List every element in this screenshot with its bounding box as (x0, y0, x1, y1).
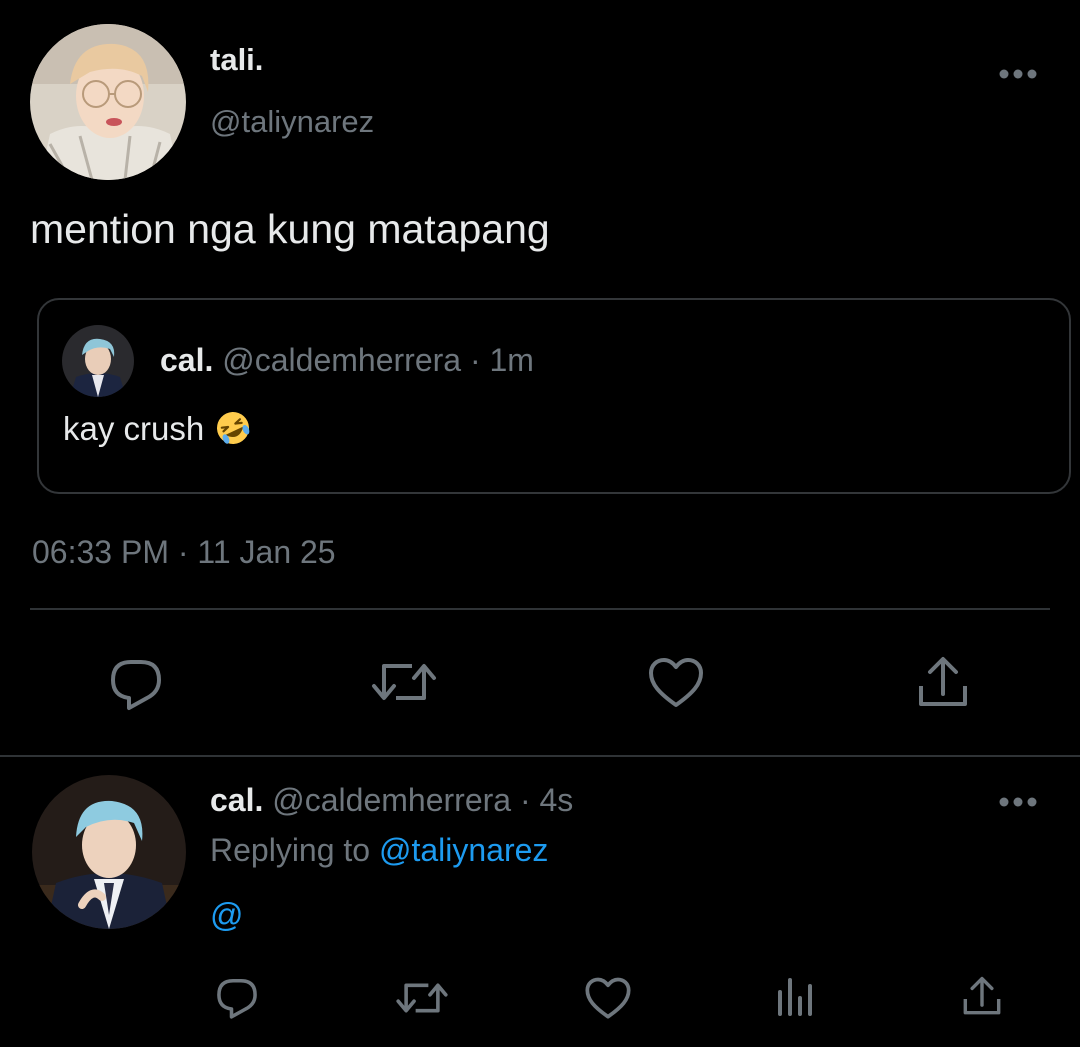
like-icon[interactable] (584, 977, 632, 1019)
reply-icon[interactable] (214, 976, 260, 1020)
share-icon[interactable] (960, 974, 1004, 1018)
reply-tweet-time[interactable]: 4s (540, 782, 574, 818)
main-tweet-display-name[interactable]: tali. (210, 42, 263, 78)
quoted-tweet-time: 1m (489, 342, 534, 378)
tweet-timestamp[interactable]: 06:33 PM · 11 Jan 25 (32, 534, 336, 571)
main-tweet-handle[interactable]: @taliynarez (210, 104, 374, 140)
reply-icon[interactable] (106, 656, 166, 712)
quoted-tweet-text: kay crush (63, 410, 205, 447)
quoted-tweet-card[interactable] (37, 298, 1071, 494)
more-horizontal-icon[interactable] (998, 58, 1038, 90)
replying-to-label: Replying to (210, 832, 371, 868)
reply-tweet-text[interactable]: @ (210, 896, 244, 934)
reply-tweet-display-name[interactable]: cal. (210, 782, 263, 818)
main-tweet-avatar[interactable] (30, 24, 186, 180)
main-tweet-text: mention nga kung matapang (30, 206, 550, 252)
retweet-icon[interactable] (370, 656, 438, 708)
share-icon[interactable] (914, 654, 972, 710)
rolling-on-floor-laughing-emoji (214, 409, 252, 447)
replying-to-handle-link[interactable]: @taliynarez (379, 832, 548, 868)
reply-tweet-handle[interactable]: @caldemherrera (272, 782, 511, 818)
quoted-tweet-display-name: cal. (160, 342, 214, 378)
reply-tweet-separator: · (519, 782, 531, 818)
retweet-icon[interactable] (395, 977, 449, 1019)
reply-tweet-header: cal. @caldemherrera · 4s (210, 782, 573, 819)
quoted-tweet-handle: @caldemherrera (222, 342, 462, 378)
analytics-icon[interactable] (774, 976, 816, 1018)
divider (0, 755, 1080, 757)
more-horizontal-icon[interactable] (998, 786, 1038, 818)
divider (30, 608, 1050, 610)
replying-to-line: Replying to @taliynarez (210, 832, 548, 869)
quoted-tweet-avatar (62, 325, 134, 397)
quoted-tweet-body: kay crush (63, 409, 252, 448)
like-icon[interactable] (646, 656, 706, 710)
quoted-tweet-header: cal. @caldemherrera · 1m (160, 342, 534, 379)
quoted-tweet-separator: · (469, 342, 481, 378)
reply-tweet-avatar[interactable] (32, 775, 186, 929)
